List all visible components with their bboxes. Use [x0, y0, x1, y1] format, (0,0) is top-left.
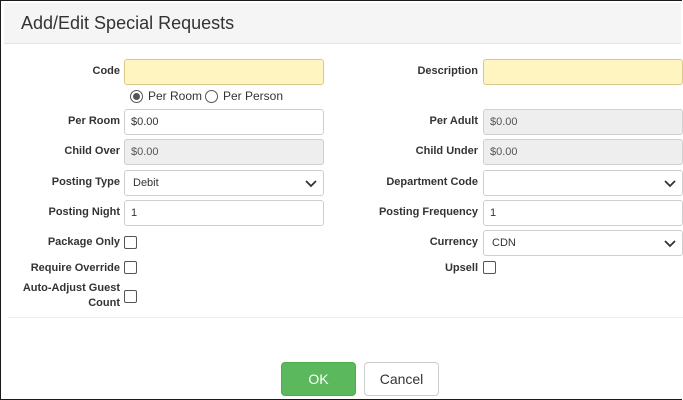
per-room-radio-label: Per Room [148, 89, 203, 103]
chevron-down-icon [305, 180, 317, 188]
chevron-down-icon [664, 180, 676, 188]
description-label: Description [417, 65, 478, 77]
package-only-checkbox[interactable] [124, 236, 137, 249]
child-over-input: $0.00 [124, 139, 324, 165]
per-adult-label: Per Adult [429, 115, 479, 127]
require-override-label: Require Override [30, 262, 120, 274]
per-adult-input: $0.00 [483, 109, 683, 135]
ok-button[interactable]: OK [281, 362, 356, 396]
posting-type-value: Debit [133, 177, 159, 189]
modal-header: Add/Edit Special Requests [4, 3, 681, 44]
posting-frequency-label: Posting Frequency [378, 206, 478, 218]
chevron-down-icon [664, 240, 676, 248]
auto-adjust-label-line1: Auto-Adjust Guest [22, 282, 120, 294]
posting-frequency-input[interactable]: 1 [483, 200, 683, 226]
form-divider [8, 317, 683, 318]
department-code-select[interactable] [483, 170, 683, 196]
per-person-radio-label: Per Person [223, 89, 284, 103]
posting-night-input[interactable]: 1 [124, 200, 324, 226]
currency-label: Currency [429, 236, 478, 248]
department-code-label: Department Code [386, 176, 478, 188]
per-person-radio[interactable] [205, 90, 218, 103]
package-only-label: Package Only [47, 236, 120, 248]
auto-adjust-label-line2: Count [88, 297, 120, 309]
code-label: Code [92, 65, 121, 77]
dialog-title: Add/Edit Special Requests [21, 13, 235, 33]
child-under-input: $0.00 [483, 139, 683, 165]
code-input[interactable] [124, 59, 324, 85]
currency-select[interactable]: CDN [483, 230, 683, 256]
posting-type-label: Posting Type [51, 176, 120, 188]
posting-type-select[interactable]: Debit [124, 170, 324, 196]
per-room-radio[interactable] [130, 90, 143, 103]
child-under-label: Child Under [415, 145, 478, 157]
auto-adjust-checkbox[interactable] [124, 290, 137, 303]
upsell-checkbox[interactable] [483, 261, 496, 274]
cancel-button[interactable]: Cancel [364, 362, 439, 396]
per-room-input[interactable]: $0.00 [124, 109, 324, 135]
child-over-label: Child Over [64, 145, 120, 157]
currency-value: CDN [492, 237, 516, 249]
description-input[interactable] [483, 59, 683, 85]
upsell-label: Upsell [444, 262, 478, 274]
require-override-checkbox[interactable] [124, 261, 137, 274]
per-room-label: Per Room [68, 115, 120, 127]
posting-night-label: Posting Night [48, 206, 121, 218]
